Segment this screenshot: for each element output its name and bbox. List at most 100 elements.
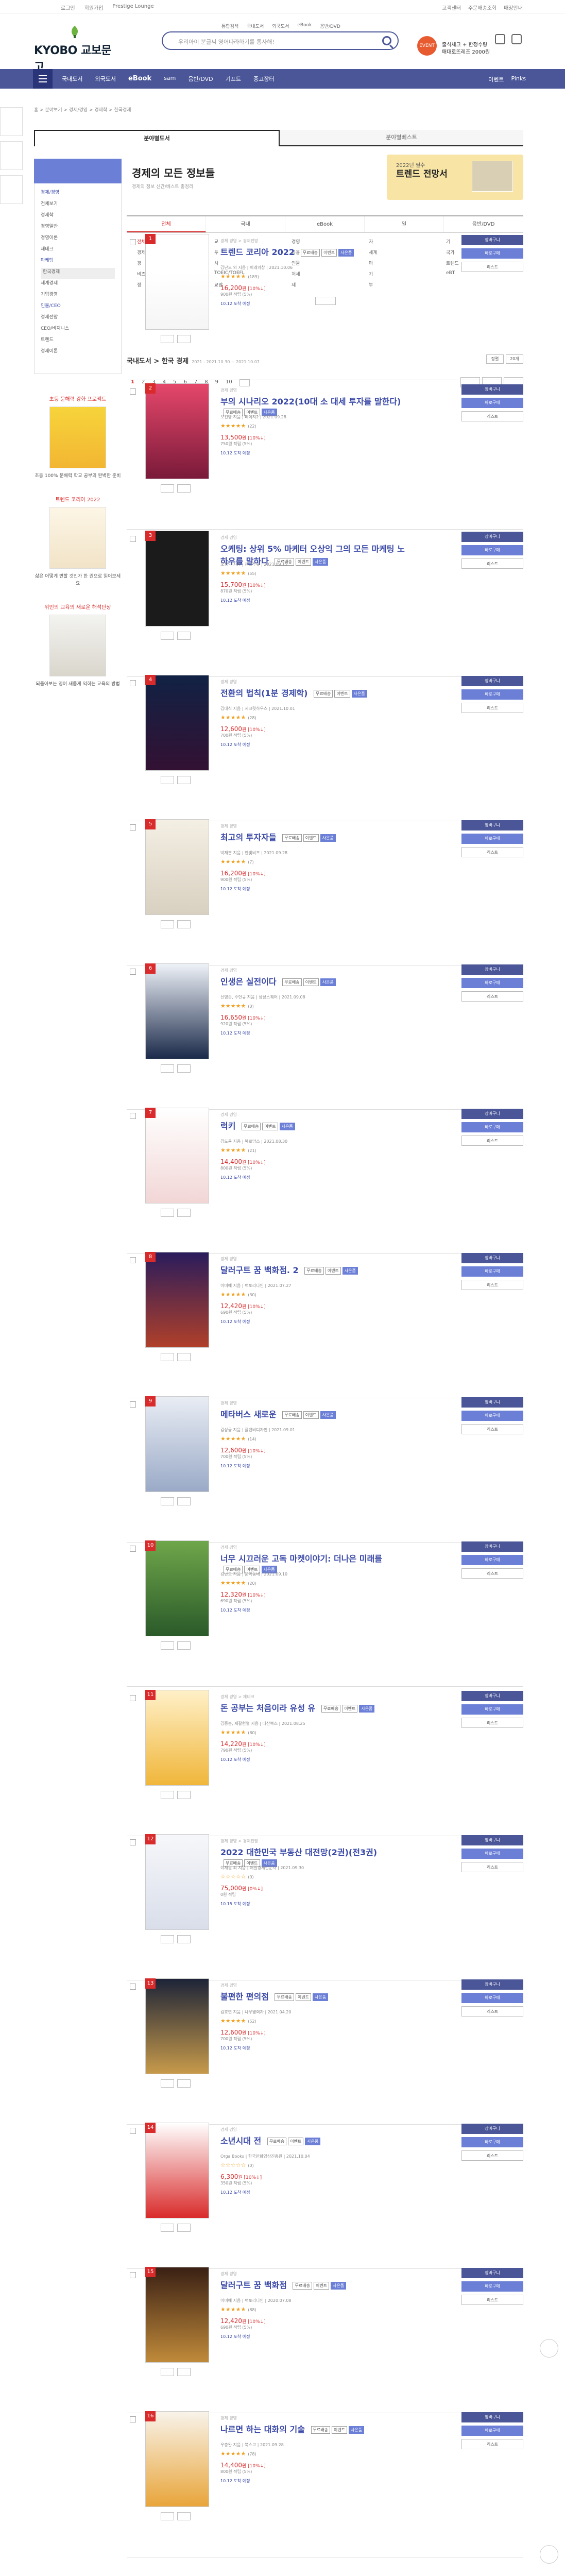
cart-button[interactable]: 장바구니 — [461, 384, 523, 395]
zoom-button[interactable] — [177, 484, 191, 493]
buy-now-button[interactable]: 바로구매 — [461, 834, 523, 844]
book-title[interactable]: 너무 시끄러운 고독 마켓이야기: 더나은 미래를 — [220, 1554, 382, 1564]
buy-now-button[interactable]: 바로구매 — [461, 1411, 523, 1421]
sidebar-item[interactable]: 전체보기 — [41, 200, 115, 211]
cart-button[interactable]: 장바구니 — [461, 1979, 523, 1990]
wishlist-button[interactable]: 리스트 — [461, 2006, 523, 2016]
nav-item[interactable]: 기프트 — [226, 75, 241, 83]
review-count[interactable]: (189) — [248, 275, 259, 279]
book-title[interactable]: 불편한 편의점 — [220, 1992, 269, 2002]
book-title[interactable]: 부의 시나리오 2022(10대 소 대세 투자를 말한다) — [220, 397, 401, 406]
sidebar-ad[interactable]: 초등 문해력 강화 프로젝트 초등 100% 문해력 학교 공부의 완벽한 준비 — [34, 395, 122, 480]
buy-now-button[interactable]: 바로구매 — [461, 1704, 523, 1715]
sidebar-item[interactable]: 경제학 — [41, 211, 115, 223]
cart-button[interactable]: 장바구니 — [461, 1691, 523, 1701]
nav-item[interactable]: sam — [164, 75, 176, 83]
zoom-button[interactable] — [177, 1935, 191, 1943]
zoom-button[interactable] — [177, 632, 191, 640]
buy-now-button[interactable]: 바로구매 — [461, 2137, 523, 2147]
zoom-button[interactable] — [177, 1064, 191, 1073]
wishlist-button[interactable]: 리스트 — [461, 558, 523, 569]
zoom-button[interactable] — [177, 1497, 191, 1505]
preview-button[interactable] — [161, 1791, 174, 1799]
book-cover[interactable] — [145, 1834, 209, 1930]
wishlist-button[interactable]: 리스트 — [461, 1424, 523, 1434]
book-title[interactable]: 달러구트 꿈 백화점 — [220, 2280, 287, 2290]
wishlist-button[interactable]: 리스트 — [461, 1280, 523, 1290]
buy-now-button[interactable]: 바로구매 — [461, 1122, 523, 1132]
wishlist-button[interactable]: 리스트 — [461, 991, 523, 1002]
recent-view-box[interactable] — [0, 141, 23, 170]
select-checkbox[interactable] — [130, 239, 136, 245]
cart-button[interactable]: 장바구니 — [461, 676, 523, 686]
select-checkbox[interactable] — [130, 1257, 136, 1263]
nav-item[interactable]: 중고장터 — [253, 75, 274, 83]
wishlist-button[interactable]: 리스트 — [461, 411, 523, 421]
buy-now-button[interactable]: 바로구매 — [461, 2426, 523, 2436]
login-link[interactable]: 로그인 — [61, 4, 75, 11]
nav-item[interactable]: 외국도서 — [95, 75, 115, 83]
order-tracking-link[interactable]: 주문배송조회 — [468, 4, 496, 11]
sidebar-item[interactable]: 세계경제 — [41, 279, 115, 291]
zoom-button[interactable] — [177, 776, 191, 784]
sidebar-item[interactable]: CEO/비지니스 — [41, 325, 115, 336]
select-checkbox[interactable] — [130, 2128, 136, 2134]
book-cover[interactable] — [145, 2267, 209, 2363]
search-tab[interactable]: 국내도서 — [247, 23, 264, 29]
book-title[interactable]: 최고의 투자자들 — [220, 833, 277, 842]
nav-event-link[interactable]: 이벤트 — [488, 75, 504, 83]
zoom-button[interactable] — [177, 1209, 191, 1217]
select-checkbox[interactable] — [130, 969, 136, 975]
preview-button[interactable] — [161, 632, 174, 640]
sidebar-item[interactable]: 경제전망 — [41, 313, 115, 325]
preview-button[interactable] — [161, 1209, 174, 1217]
wishlist-button[interactable]: 리스트 — [461, 1718, 523, 1728]
select-checkbox[interactable] — [130, 1113, 136, 1119]
review-count[interactable]: (80) — [248, 1731, 256, 1735]
buy-now-button[interactable]: 바로구매 — [461, 1993, 523, 2003]
wishlist-button[interactable]: 리스트 — [461, 2439, 523, 2449]
buy-now-button[interactable]: 바로구매 — [461, 248, 523, 259]
search-tab[interactable]: 음반/DVD — [320, 23, 340, 29]
tab-category-books[interactable]: 분야별도서 — [34, 130, 280, 146]
book-title[interactable]: 나르면 하는 대화의 기술 — [220, 2425, 305, 2434]
nav-item[interactable]: 음반/DVD — [188, 75, 213, 83]
wishlist-button[interactable]: 리스트 — [461, 262, 523, 272]
zoom-button[interactable] — [177, 2512, 191, 2520]
select-checkbox[interactable] — [130, 388, 136, 395]
search-tab[interactable]: 통합검색 — [221, 23, 238, 29]
zoom-button[interactable] — [177, 335, 191, 343]
buy-now-button[interactable]: 바로구매 — [461, 1266, 523, 1277]
zoom-button[interactable] — [177, 1641, 191, 1650]
filter-tab[interactable]: eBook — [285, 216, 365, 232]
review-count[interactable]: (28) — [248, 716, 256, 720]
review-count[interactable]: (30) — [248, 1293, 256, 1297]
signup-link[interactable]: 회원가입 — [84, 4, 104, 11]
cart-button[interactable]: 장바구니 — [461, 1109, 523, 1119]
zoom-button[interactable] — [177, 2224, 191, 2232]
store-link[interactable]: 매장안내 — [504, 4, 523, 11]
tab-category-best[interactable]: 분야별베스트 — [280, 130, 523, 146]
cart-button[interactable]: 장바구니 — [461, 235, 523, 245]
book-cover[interactable] — [145, 2123, 209, 2218]
preview-button[interactable] — [161, 2512, 174, 2520]
select-checkbox[interactable] — [130, 2416, 136, 2422]
review-count[interactable]: (22) — [248, 424, 256, 429]
cart-button[interactable]: 장바구니 — [461, 964, 523, 975]
select-checkbox[interactable] — [130, 824, 136, 831]
preview-button[interactable] — [161, 2368, 174, 2376]
book-cover[interactable] — [145, 1540, 209, 1636]
book-cover[interactable] — [145, 1108, 209, 1204]
select-checkbox[interactable] — [130, 536, 136, 542]
book-cover[interactable] — [145, 1252, 209, 1348]
sidebar-ad[interactable]: 위인의 교육의 새로운 해석단상 되돌아보는 영어 새롭게 익히는 교육의 방법 — [34, 603, 122, 688]
cart-button[interactable]: 장바구니 — [461, 2412, 523, 2422]
cart-button[interactable]: 장바구니 — [461, 1253, 523, 1263]
filter-tab[interactable]: 전체 — [127, 216, 206, 232]
preview-button[interactable] — [161, 1064, 174, 1073]
sidebar-item[interactable]: 경제/경영 — [41, 189, 115, 200]
buy-now-button[interactable]: 바로구매 — [461, 1849, 523, 1859]
sidebar-item[interactable]: 재테크 — [41, 245, 115, 257]
buy-now-button[interactable]: 바로구매 — [461, 689, 523, 700]
select-checkbox[interactable] — [130, 680, 136, 686]
